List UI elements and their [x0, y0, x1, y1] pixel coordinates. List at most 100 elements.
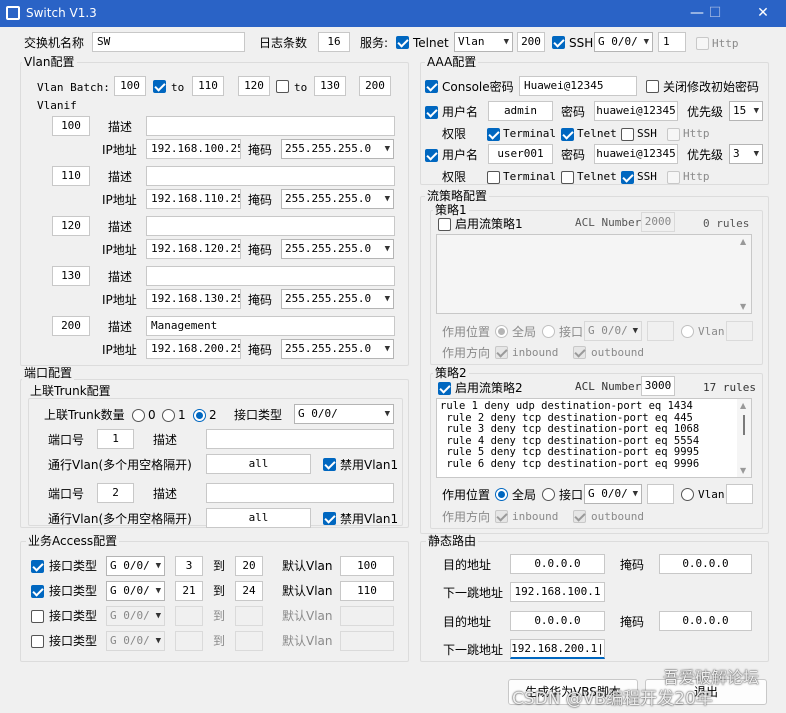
access-def-vlan-input[interactable] — [340, 606, 394, 626]
access-from-input[interactable]: 3 — [175, 556, 203, 576]
vlanif-desc-input[interactable] — [146, 266, 395, 286]
policy2-global-radio[interactable] — [495, 488, 508, 501]
telnet-vlan-id-input[interactable]: 200 — [517, 32, 545, 52]
perm-http-checkbox[interactable] — [667, 128, 680, 141]
policy2-outbound-checkbox[interactable] — [573, 510, 586, 523]
disable-vlan1-checkbox[interactable] — [323, 458, 336, 471]
trunk-count-radio-0[interactable] — [132, 409, 145, 422]
policy1-port-num-input[interactable] — [647, 321, 674, 341]
policy1-enable-checkbox[interactable] — [438, 218, 451, 231]
trunk-count-radio-2[interactable] — [193, 409, 206, 422]
access-if-type-select[interactable]: G 0/0/ ▼ — [106, 606, 165, 626]
console-pwd-input[interactable]: Huawei@12345 — [519, 76, 637, 96]
trunk-desc-input[interactable] — [206, 429, 394, 449]
access-to-input[interactable] — [235, 631, 263, 651]
user-pwd-input[interactable]: huawei@12345 — [594, 144, 678, 164]
vlan-batch-3[interactable]: 120 — [238, 76, 270, 96]
trunk-pass-vlan-input[interactable]: all — [206, 454, 311, 474]
policy1-inbound-checkbox[interactable] — [495, 346, 508, 359]
vlanif-desc-input[interactable] — [146, 166, 395, 186]
vlanif-mask-select[interactable]: 255.255.255.0 ▼ — [281, 189, 394, 209]
ssh-port-select[interactable]: G 0/0/ ▼ — [594, 32, 653, 52]
policy1-vlan-input[interactable] — [726, 321, 753, 341]
policy2-vlan-radio[interactable] — [681, 488, 694, 501]
route-dest-input[interactable]: 0.0.0.0 — [510, 554, 605, 574]
access-if-type-select[interactable]: G 0/0/ ▼ — [106, 581, 165, 601]
access-to-input[interactable]: 24 — [235, 581, 263, 601]
console-pwd-checkbox[interactable] — [425, 80, 438, 93]
vlanif-desc-input[interactable] — [146, 116, 395, 136]
hostname-input[interactable]: SW — [92, 32, 245, 52]
vlanif-desc-input[interactable] — [146, 216, 395, 236]
vlanif-mask-select[interactable]: 255.255.255.0 ▼ — [281, 339, 394, 359]
access-from-input[interactable] — [175, 631, 203, 651]
vlanif-desc-input[interactable]: Management — [146, 316, 395, 336]
access-def-vlan-input[interactable]: 110 — [340, 581, 394, 601]
access-if-type-select[interactable]: G 0/0/ ▼ — [106, 631, 165, 651]
access-def-vlan-input[interactable]: 100 — [340, 556, 394, 576]
close-button[interactable]: ✕ — [746, 0, 780, 27]
vlanif-ip-input[interactable]: 192.168.120.254 — [146, 239, 241, 259]
disable-vlan1-checkbox[interactable] — [323, 512, 336, 525]
access-to-input[interactable]: 20 — [235, 556, 263, 576]
ssh-port-num-input[interactable]: 1 — [658, 32, 686, 52]
log-count-input[interactable]: 16 — [318, 32, 350, 52]
access-from-input[interactable]: 21 — [175, 581, 203, 601]
policy2-acl-input[interactable]: 3000 — [641, 376, 675, 396]
access-checkbox[interactable] — [31, 585, 44, 598]
telnet-vlan-select[interactable]: Vlan ▼ — [454, 32, 513, 52]
policy2-rules-textarea[interactable]: rule 1 deny udp destination-port eq 1434… — [436, 398, 752, 478]
close-init-pwd-checkbox[interactable] — [646, 80, 659, 93]
trunk-port-input[interactable]: 2 — [97, 483, 134, 503]
vlanif-mask-select[interactable]: 255.255.255.0 ▼ — [281, 239, 394, 259]
route-mask-input[interactable]: 0.0.0.0 — [659, 611, 752, 631]
route-next-input[interactable]: 192.168.100.1 — [510, 582, 605, 602]
username-input[interactable]: user001 — [488, 144, 553, 164]
access-def-vlan-input[interactable] — [340, 631, 394, 651]
priority-select[interactable]: 15 ▼ — [729, 101, 763, 121]
policy2-port-num-input[interactable] — [647, 484, 674, 504]
policy2-inbound-checkbox[interactable] — [495, 510, 508, 523]
perm-terminal-checkbox[interactable] — [487, 128, 500, 141]
priority-select[interactable]: 3 ▼ — [729, 144, 763, 164]
policy2-port-select[interactable]: G 0/0/ ▼ — [584, 484, 642, 504]
vlan-batch-4[interactable]: 130 — [314, 76, 346, 96]
vlan-batch-to-checkbox-1[interactable] — [153, 80, 166, 93]
access-checkbox[interactable] — [31, 610, 44, 623]
user-checkbox[interactable] — [425, 149, 438, 162]
policy1-outbound-checkbox[interactable] — [573, 346, 586, 359]
access-checkbox[interactable] — [31, 635, 44, 648]
vlan-batch-5[interactable]: 200 — [359, 76, 391, 96]
vlanif-id-input[interactable]: 200 — [52, 316, 90, 336]
telnet-checkbox[interactable] — [396, 36, 409, 49]
user-pwd-input[interactable]: huawei@12345 — [594, 101, 678, 121]
vlanif-id-input[interactable]: 100 — [52, 116, 90, 136]
policy1-scrollbar[interactable]: ▲ ▼ — [737, 235, 751, 313]
access-checkbox[interactable] — [31, 560, 44, 573]
perm-ssh-checkbox[interactable] — [621, 171, 634, 184]
policy2-port-radio[interactable] — [542, 488, 555, 501]
ssh-checkbox[interactable] — [552, 36, 565, 49]
policy1-acl-input[interactable]: 2000 — [641, 212, 675, 232]
vlanif-id-input[interactable]: 130 — [52, 266, 90, 286]
vlanif-id-input[interactable]: 120 — [52, 216, 90, 236]
perm-ssh-checkbox[interactable] — [621, 128, 634, 141]
access-if-type-select[interactable]: G 0/0/ ▼ — [106, 556, 165, 576]
perm-telnet-checkbox[interactable] — [561, 128, 574, 141]
route-mask-input[interactable]: 0.0.0.0 — [659, 554, 752, 574]
trunk-desc-input[interactable] — [206, 483, 394, 503]
http-checkbox[interactable] — [696, 37, 709, 50]
vlanif-ip-input[interactable]: 192.168.110.254 — [146, 189, 241, 209]
maximize-button[interactable]: ☐ — [698, 0, 732, 27]
vlanif-id-input[interactable]: 110 — [52, 166, 90, 186]
vlan-batch-1[interactable]: 100 — [114, 76, 146, 96]
vlanif-mask-select[interactable]: 255.255.255.0 ▼ — [281, 289, 394, 309]
policy2-scrollbar[interactable]: ▲ ▼ — [737, 399, 751, 477]
policy1-vlan-radio[interactable] — [681, 325, 694, 338]
access-from-input[interactable] — [175, 606, 203, 626]
vlanif-ip-input[interactable]: 192.168.200.254 — [146, 339, 241, 359]
perm-telnet-checkbox[interactable] — [561, 171, 574, 184]
access-to-input[interactable] — [235, 606, 263, 626]
route-dest-input[interactable]: 0.0.0.0 — [510, 611, 605, 631]
perm-http-checkbox[interactable] — [667, 171, 680, 184]
